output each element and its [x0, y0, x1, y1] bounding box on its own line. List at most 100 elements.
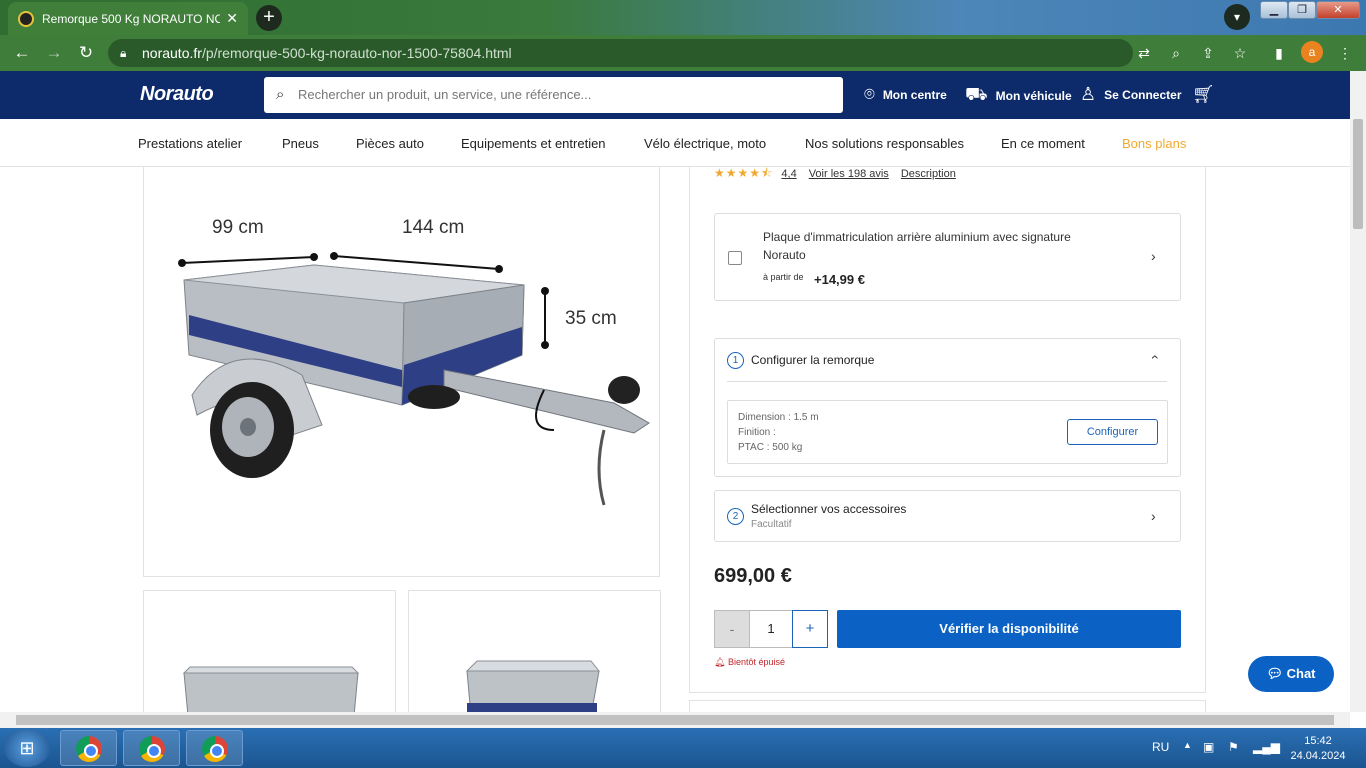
taskbar-chrome-1[interactable] — [60, 730, 117, 766]
chat-label: Chat — [1286, 666, 1316, 681]
mon-centre-label: Mon centre — [882, 87, 947, 102]
forward-arrow-icon[interactable]: → — [44, 43, 64, 63]
tray-network-icon[interactable]: ⚑ — [1228, 740, 1239, 754]
side-panel-icon[interactable]: ▮ — [1270, 44, 1288, 62]
check-availability-button[interactable]: Vérifier la disponibilité — [837, 610, 1181, 648]
chevron-right-icon: › — [1151, 248, 1156, 264]
norauto-favicon-icon — [18, 10, 34, 27]
menu-pieces-auto[interactable]: Pièces auto — [356, 136, 424, 151]
taskbar-chrome-2[interactable] — [123, 730, 180, 766]
menu-solutions-responsables[interactable]: Nos solutions responsables — [805, 136, 964, 151]
product-thumbnail-2[interactable] — [408, 590, 661, 712]
taskbar-chrome-3[interactable] — [186, 730, 243, 766]
quantity-input[interactable]: 1 — [750, 610, 792, 648]
config-ptac: PTAC : 500 kg — [738, 442, 803, 453]
addon-checkbox[interactable] — [728, 251, 742, 265]
config-dimension: Dimension : 1.5 m — [738, 412, 819, 423]
url-path: /p/remorque-500-kg-norauto-nor-1500-7580… — [201, 45, 512, 61]
tab-title: Remorque 500 Kg NORAUTO NO — [42, 11, 221, 26]
step-2-number: 2 — [727, 508, 744, 525]
menu-pneus[interactable]: Pneus — [282, 136, 319, 151]
vertical-scroll-thumb[interactable] — [1353, 119, 1363, 229]
horizontal-scrollbar[interactable] — [0, 712, 1350, 728]
main-navigation: Prestations atelier Pneus Pièces auto Eq… — [0, 119, 1350, 167]
browser-toolbar: ← → ↻ 🔒︎ norauto.fr/p/remorque-500-kg-no… — [0, 35, 1366, 71]
search-icon: ⌕ — [276, 86, 285, 103]
browser-menu-icon[interactable]: ⋮ — [1336, 44, 1354, 62]
cart-icon: 🛒︎ — [1192, 84, 1215, 104]
mon-vehicule-label: Mon véhicule — [995, 89, 1072, 103]
stock-status: 🔔︎ Bientôt épuisé — [714, 657, 785, 668]
dimension-width-label: 99 cm — [212, 217, 264, 238]
tray-expand-icon[interactable]: ▲ — [1183, 740, 1192, 750]
step-1-title[interactable]: Configurer la remorque — [751, 353, 874, 367]
se-connecter-link[interactable]: ♙ Se Connecter — [1080, 84, 1182, 105]
zoom-icon[interactable]: ⌕ — [1167, 44, 1185, 62]
windows-taskbar: ⊞ RU ▲ ▣ ⚑ ▂▄▆ 15:42 24.04.2024 — [0, 728, 1366, 768]
product-rating: ★★★★⯪ 4,4 Voir les 198 avis Description — [714, 167, 968, 181]
back-arrow-icon[interactable]: ← — [12, 43, 32, 63]
chat-button[interactable]: 💬︎ Chat — [1248, 656, 1334, 692]
maximize-window-button[interactable]: ❐ — [1288, 1, 1316, 19]
menu-en-ce-moment[interactable]: En ce moment — [1001, 136, 1085, 151]
configurer-button[interactable]: Configurer — [1067, 419, 1158, 445]
divider — [727, 381, 1167, 382]
menu-bons-plans[interactable]: Bons plans — [1122, 136, 1186, 151]
bookmark-star-icon[interactable]: ☆ — [1231, 44, 1249, 62]
quantity-decrease-button[interactable]: - — [714, 610, 750, 648]
addon-title: Plaque d'immatriculation arrière alumini… — [763, 230, 1071, 262]
close-window-button[interactable]: ✕ — [1316, 1, 1360, 19]
reviews-link[interactable]: Voir les 198 avis — [809, 168, 889, 180]
address-bar[interactable]: 🔒︎ norauto.fr/p/remorque-500-kg-norauto-… — [108, 39, 1133, 67]
browser-tab[interactable]: Remorque 500 Kg NORAUTO NO ✕ — [8, 2, 248, 35]
addon-card[interactable]: Plaque d'immatriculation arrière alumini… — [714, 213, 1181, 301]
profile-avatar[interactable]: a — [1301, 41, 1323, 63]
system-clock[interactable]: 15:42 24.04.2024 — [1283, 734, 1353, 764]
step-2-title: Sélectionner vos accessoires — [751, 502, 907, 516]
tab-search-chevron-icon[interactable]: ▾ — [1224, 4, 1250, 30]
language-indicator[interactable]: RU — [1152, 740, 1169, 754]
tab-close-icon[interactable]: ✕ — [226, 10, 238, 27]
chevron-up-icon[interactable]: › — [1145, 355, 1161, 360]
minimize-window-button[interactable]: ▁ — [1260, 1, 1288, 19]
browser-tab-bar: Remorque 500 Kg NORAUTO NO ✕ + ▾ ▁ ❐ ✕ — [0, 0, 1366, 35]
user-icon: ♙ — [1080, 84, 1097, 104]
norauto-logo[interactable]: Norauto — [140, 83, 214, 106]
configure-step-card: 1 Configurer la remorque › Dimension : 1… — [714, 338, 1181, 477]
product-thumbnail-1[interactable] — [143, 590, 396, 712]
chrome-icon — [76, 736, 102, 762]
description-link[interactable]: Description — [901, 168, 956, 180]
new-tab-button[interactable]: + — [256, 5, 282, 31]
reload-icon[interactable]: ↻ — [76, 43, 96, 63]
stock-status-text: Bientôt épuisé — [727, 657, 785, 667]
mon-centre-link[interactable]: ⌾ Mon centre — [864, 84, 947, 105]
search-input[interactable]: ⌕ Rechercher un produit, un service, une… — [264, 77, 843, 113]
product-page: 99 cm 144 cm 35 cm ★★★★⯪ 4,4 Voir les 19… — [0, 167, 1350, 712]
menu-velo-moto[interactable]: Vélo électrique, moto — [644, 136, 766, 151]
rating-value-link[interactable]: 4,4 — [781, 168, 796, 180]
horizontal-scroll-thumb[interactable] — [16, 715, 1334, 725]
chrome-icon — [139, 736, 165, 762]
dimension-height-label: 35 cm — [565, 308, 617, 329]
tray-device-icon[interactable]: ▣ — [1203, 740, 1214, 754]
translate-icon[interactable]: ⇄ — [1135, 44, 1153, 62]
mon-vehicule-link[interactable]: ⛟ Mon véhicule — [965, 84, 1072, 108]
share-icon[interactable]: ⇪ — [1199, 44, 1217, 62]
menu-prestations-atelier[interactable]: Prestations atelier — [138, 136, 242, 151]
quantity-increase-button[interactable]: + — [792, 610, 828, 648]
chat-bubble-icon: 💬︎ — [1266, 666, 1283, 681]
chrome-icon — [202, 736, 228, 762]
car-icon: ⛟ — [965, 84, 988, 104]
accessories-step-card[interactable]: 2 Sélectionner vos accessoires Facultati… — [714, 490, 1181, 542]
dimension-length-label: 144 cm — [402, 217, 465, 238]
product-main-image[interactable]: 99 cm 144 cm 35 cm — [143, 167, 660, 577]
config-finition: Finition : — [738, 427, 776, 438]
cart-link[interactable]: 🛒︎ — [1192, 84, 1223, 105]
vertical-scrollbar[interactable] — [1350, 71, 1366, 712]
start-button[interactable]: ⊞ — [4, 729, 50, 767]
se-connecter-label: Se Connecter — [1104, 87, 1182, 102]
menu-equipements[interactable]: Equipements et entretien — [461, 136, 606, 151]
step-1-number: 1 — [727, 352, 744, 369]
trailer-thumbnail-image — [465, 660, 601, 712]
tray-signal-icon[interactable]: ▂▄▆ — [1253, 740, 1280, 754]
